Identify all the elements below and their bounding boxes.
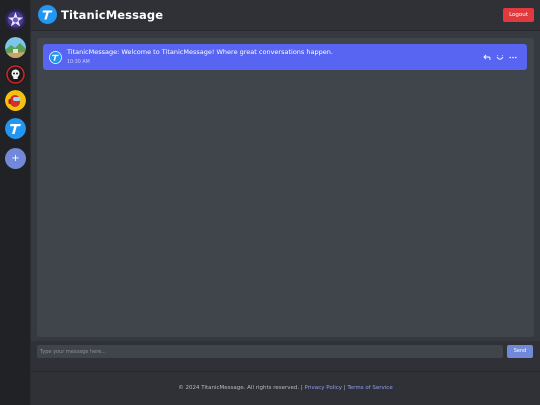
send-button[interactable]: Send	[507, 345, 533, 358]
emoji-icon	[496, 54, 504, 60]
react-button[interactable]	[495, 52, 505, 62]
skull-server-icon	[5, 64, 26, 85]
footer-separator: |	[343, 385, 346, 391]
message-item: TitanicMessage: Welcome to TitanicMessag…	[43, 44, 527, 70]
red-crewmate-server-icon	[5, 90, 26, 111]
page-footer: © 2024 TitanicMessage. All rights reserv…	[31, 371, 540, 405]
server-landscape[interactable]	[5, 37, 26, 58]
purple-star-server-icon	[5, 9, 26, 30]
server-sidebar: +	[0, 0, 31, 405]
top-header: TitanicMessage Logout	[31, 0, 540, 31]
plus-icon: +	[11, 152, 20, 164]
server-crewmate[interactable]	[5, 90, 26, 111]
server-purple-star[interactable]	[5, 9, 26, 30]
copyright-text: © 2024 TitanicMessage. All rights reserv…	[178, 385, 303, 391]
message-text: TitanicMessage: Welcome to TitanicMessag…	[67, 48, 333, 56]
chat-panel: TitanicMessage: Welcome to TitanicMessag…	[37, 38, 534, 337]
message-composer: Send	[31, 341, 540, 371]
add-server-button[interactable]: +	[5, 148, 26, 169]
landscape-server-icon	[5, 37, 26, 58]
logout-button[interactable]: Logout	[503, 8, 534, 22]
server-skull[interactable]	[5, 64, 26, 85]
titanic-logo-server-icon	[5, 118, 26, 139]
avatar	[49, 51, 62, 64]
message-input[interactable]	[37, 345, 503, 358]
more-icon	[509, 56, 517, 58]
more-options-button[interactable]	[508, 52, 518, 62]
server-titanic[interactable]	[5, 118, 26, 139]
message-timestamp: 10:30 AM	[67, 60, 90, 65]
terms-of-service-link[interactable]: Terms of Service	[347, 385, 392, 391]
footer-text: © 2024 TitanicMessage. All rights reserv…	[31, 385, 540, 391]
titanic-logo-icon	[38, 5, 57, 24]
reply-button[interactable]	[482, 52, 492, 62]
reply-icon	[483, 54, 491, 60]
app-title: TitanicMessage	[61, 8, 164, 22]
privacy-policy-link[interactable]: Privacy Policy	[305, 385, 342, 391]
